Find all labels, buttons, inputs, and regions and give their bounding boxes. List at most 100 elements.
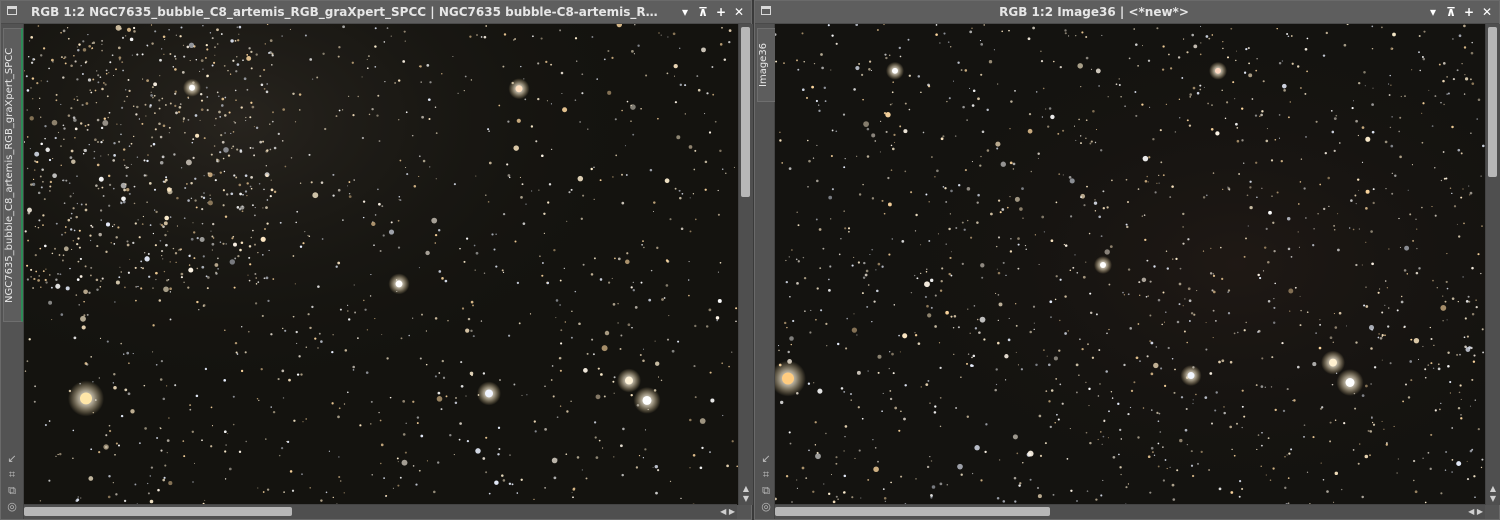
fit-view-icon[interactable]: ⌗ xyxy=(9,468,15,481)
close-icon[interactable]: ✕ xyxy=(1479,1,1495,23)
star xyxy=(165,178,168,181)
star xyxy=(1028,112,1032,116)
scroll-arrows-icon[interactable]: ◀ ▶ xyxy=(1468,505,1483,519)
star xyxy=(1482,351,1485,354)
star xyxy=(502,271,505,274)
clone-icon[interactable]: ⧉ xyxy=(8,484,16,497)
star xyxy=(408,334,410,337)
star xyxy=(1080,85,1082,88)
star xyxy=(1158,412,1161,415)
fit-view-icon[interactable]: ⌗ xyxy=(763,468,769,481)
star xyxy=(390,35,392,37)
image-viewport[interactable] xyxy=(775,24,1485,505)
star xyxy=(470,329,473,333)
window-titlebar[interactable]: RGB 1:2 Image36 | <*new*> ▾ ⊼ + ✕ xyxy=(755,1,1499,24)
star xyxy=(140,287,143,290)
star xyxy=(60,164,62,166)
mask-icon[interactable]: ◎ xyxy=(7,500,17,513)
vertical-scroll-thumb[interactable] xyxy=(1488,27,1497,177)
star xyxy=(438,270,442,273)
star xyxy=(1205,194,1208,197)
star xyxy=(113,142,116,145)
star xyxy=(194,177,197,180)
star xyxy=(263,228,267,231)
star xyxy=(826,345,828,347)
star xyxy=(696,75,699,77)
star xyxy=(1150,372,1154,376)
star xyxy=(853,256,855,258)
star xyxy=(120,133,122,136)
star xyxy=(688,279,690,281)
minimize-icon[interactable]: ⊼ xyxy=(1443,1,1459,23)
view-id-tab[interactable]: Image36 xyxy=(757,28,776,102)
horizontal-scroll-thumb[interactable] xyxy=(24,507,292,516)
window-titlebar[interactable]: RGB 1:2 NGC7635_bubble_C8_artemis_RGB_gr… xyxy=(1,1,751,24)
star xyxy=(37,279,40,282)
star xyxy=(1373,366,1377,369)
star xyxy=(289,470,293,473)
star xyxy=(229,259,236,265)
image-viewport[interactable] xyxy=(24,24,738,505)
star xyxy=(70,212,73,215)
scroll-arrows-icon[interactable]: ▲ ▼ xyxy=(739,484,753,504)
star xyxy=(1481,458,1484,461)
mask-icon[interactable]: ◎ xyxy=(761,500,771,513)
shrink-icon[interactable]: ↙ xyxy=(761,452,770,465)
maximize-icon[interactable]: + xyxy=(713,1,729,23)
clone-icon[interactable]: ⧉ xyxy=(762,484,770,497)
vertical-scrollbar[interactable]: ▲ ▼ xyxy=(738,24,753,505)
star xyxy=(405,111,408,114)
horizontal-scrollbar[interactable]: ◀ ▶ xyxy=(775,504,1485,519)
star xyxy=(1365,384,1368,388)
star xyxy=(1439,408,1441,411)
star xyxy=(1172,498,1176,501)
star xyxy=(236,26,238,28)
star xyxy=(1184,298,1186,300)
image-window-left[interactable]: RGB 1:2 NGC7635_bubble_C8_artemis_RGB_gr… xyxy=(0,0,753,520)
star xyxy=(1205,35,1209,38)
shade-icon[interactable]: ▾ xyxy=(1425,1,1441,23)
star xyxy=(547,201,550,204)
star xyxy=(188,264,191,266)
star xyxy=(482,372,486,375)
star xyxy=(555,299,559,302)
close-icon[interactable]: ✕ xyxy=(731,1,747,23)
scroll-arrows-icon[interactable]: ◀ ▶ xyxy=(720,505,735,519)
star xyxy=(353,284,355,286)
star xyxy=(152,142,156,146)
vertical-scrollbar[interactable]: ▲ ▼ xyxy=(1485,24,1500,505)
image-window-right[interactable]: RGB 1:2 Image36 | <*new*> ▾ ⊼ + ✕ Image3… xyxy=(754,0,1500,520)
star xyxy=(52,158,54,160)
star xyxy=(875,269,877,271)
star xyxy=(639,354,642,357)
maximize-icon[interactable]: + xyxy=(1461,1,1477,23)
horizontal-scrollbar[interactable]: ◀ ▶ xyxy=(24,504,737,519)
star xyxy=(625,174,628,176)
shade-icon[interactable]: ▾ xyxy=(677,1,693,23)
star xyxy=(980,479,983,482)
horizontal-scroll-thumb[interactable] xyxy=(775,507,1050,516)
star xyxy=(1290,255,1293,258)
star xyxy=(48,67,50,70)
star xyxy=(1226,56,1230,59)
star xyxy=(149,475,152,477)
vertical-scroll-thumb[interactable] xyxy=(741,27,750,197)
star xyxy=(1290,448,1293,451)
star xyxy=(971,161,973,163)
minimize-icon[interactable]: ⊼ xyxy=(695,1,711,23)
star xyxy=(1243,329,1246,332)
view-id-tab[interactable]: NGC7635_bubble_C8_artemis_RGB_graXpert_S… xyxy=(3,28,23,322)
star xyxy=(1074,254,1076,256)
star xyxy=(1368,324,1375,331)
star xyxy=(1122,291,1124,294)
star xyxy=(73,55,75,57)
star xyxy=(997,341,1000,345)
shrink-icon[interactable]: ↙ xyxy=(7,452,16,465)
star xyxy=(1260,444,1263,447)
scroll-arrows-icon[interactable]: ▲ ▼ xyxy=(1486,484,1500,504)
star xyxy=(103,82,105,84)
star xyxy=(1440,402,1442,405)
star xyxy=(234,121,237,124)
star xyxy=(506,163,509,166)
star xyxy=(362,216,365,219)
